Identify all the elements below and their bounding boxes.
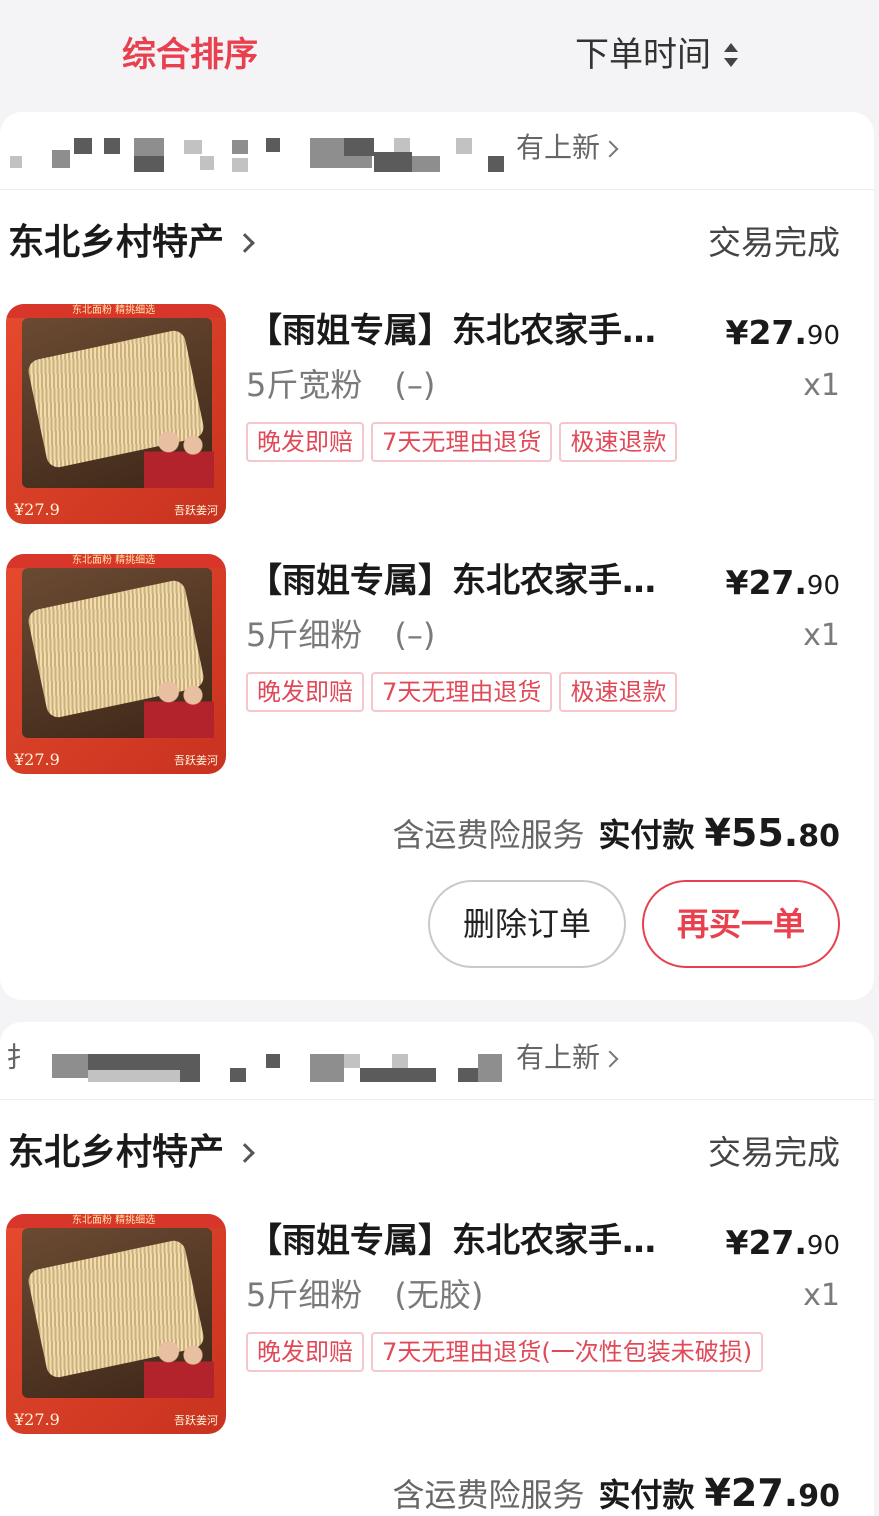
new-arrivals-link[interactable]: 有上新 <box>516 128 619 168</box>
product-title[interactable]: 【雨姐专属】东北农家手… <box>248 556 656 606</box>
paid-label: 实付款 <box>598 816 695 854</box>
thumb-price: ¥27.9 <box>14 750 60 769</box>
order-card: 扌 有上新 东北乡村特产 交易完成 东北面粉 精挑细选 ¥27.9 吾跃姜河 【… <box>0 1022 874 1516</box>
thumb-people <box>144 422 214 488</box>
product-price: ¥27.90 <box>725 310 840 359</box>
order-status: 交易完成 <box>708 1133 840 1172</box>
amount-main: ¥55. <box>704 811 799 855</box>
service-tags: 晚发即赔 7天无理由退货 极速退款 <box>246 672 679 714</box>
product-spec: 5斤细粉 (–) <box>246 616 436 654</box>
price-main: ¥27. <box>725 313 807 352</box>
product-thumbnail[interactable]: 东北面粉 精挑细选 ¥27.9 吾跃姜河 <box>6 554 226 774</box>
thumb-banner-text: 东北面粉 精挑细选 <box>72 1215 156 1226</box>
product-price: ¥27.90 <box>725 560 840 609</box>
thumb-brand: 吾跃姜河 <box>174 504 218 517</box>
shipping-insurance-label: 含运费险服务 <box>392 1476 585 1514</box>
amount-decimal: 80 <box>798 819 840 854</box>
sort-bar: 综合排序 下单时间 <box>0 0 879 110</box>
chevron-right-icon <box>601 1050 619 1068</box>
blurred-store-text <box>4 134 509 178</box>
paid-amount: ¥55.80 <box>704 811 840 855</box>
tag-late-delivery-compensation: 晚发即赔 <box>246 422 364 462</box>
amount-main: ¥27. <box>704 1471 799 1515</box>
service-tags: 晚发即赔 7天无理由退货 极速退款 <box>246 422 679 464</box>
product-price: ¥27.90 <box>725 1220 840 1269</box>
order-item[interactable]: 东北面粉 精挑细选 ¥27.9 吾跃姜河 【雨姐专属】东北农家手… ¥27.90… <box>0 304 874 528</box>
thumb-people <box>144 1332 214 1398</box>
tag-7-day-return: 7天无理由退货(一次性包装未破损) <box>371 1332 764 1372</box>
chevron-right-icon <box>601 140 619 158</box>
amount-decimal: 90 <box>798 1479 840 1514</box>
product-title[interactable]: 【雨姐专属】东北农家手… <box>248 1216 656 1266</box>
thumb-price: ¥27.9 <box>14 500 60 519</box>
sort-arrows-icon[interactable] <box>722 41 740 69</box>
product-spec: 5斤细粉 (无胶) <box>246 1276 484 1314</box>
shop-name: 东北乡村特产 <box>8 1132 225 1173</box>
tag-fast-refund: 极速退款 <box>559 672 678 712</box>
price-main: ¥27. <box>725 563 807 602</box>
price-main: ¥27. <box>725 1223 807 1262</box>
order-status: 交易完成 <box>708 223 840 262</box>
chevron-right-icon <box>235 1143 255 1163</box>
product-thumbnail[interactable]: 东北面粉 精挑细选 ¥27.9 吾跃姜河 <box>6 1214 226 1434</box>
blurred-store-text <box>4 1044 509 1088</box>
product-title[interactable]: 【雨姐专属】东北农家手… <box>248 306 656 356</box>
thumb-brand: 吾跃姜河 <box>174 1414 218 1427</box>
service-tags: 晚发即赔 7天无理由退货(一次性包装未破损) <box>246 1332 765 1374</box>
store-update-row[interactable]: 有上新 <box>0 112 874 190</box>
product-qty: x1 <box>803 618 840 653</box>
product-qty: x1 <box>803 368 840 403</box>
order-card: 有上新 东北乡村特产 交易完成 东北面粉 精挑细选 ¥27.9 吾跃姜河 【雨姐… <box>0 112 874 1000</box>
thumb-banner-text: 东北面粉 精挑细选 <box>72 305 156 316</box>
paid-label: 实付款 <box>598 1476 695 1514</box>
order-total: 含运费险服务 实付款 ¥27.90 <box>392 1468 840 1516</box>
product-qty: x1 <box>803 1278 840 1313</box>
tab-order-time[interactable]: 下单时间 <box>575 30 711 80</box>
thumb-people <box>144 672 214 738</box>
tag-late-delivery-compensation: 晚发即赔 <box>246 672 364 712</box>
chevron-right-icon <box>235 233 255 253</box>
order-total: 含运费险服务 实付款 ¥55.80 <box>392 808 840 862</box>
thumb-banner-text: 东北面粉 精挑细选 <box>72 555 156 566</box>
tab-comprehensive-sort[interactable]: 综合排序 <box>122 30 258 80</box>
order-item[interactable]: 东北面粉 精挑细选 ¥27.9 吾跃姜河 【雨姐专属】东北农家手… ¥27.90… <box>0 554 874 778</box>
price-decimal: 90 <box>806 571 840 601</box>
new-arrivals-label: 有上新 <box>516 1041 601 1074</box>
delete-order-button[interactable]: 删除订单 <box>428 880 626 968</box>
tag-fast-refund: 极速退款 <box>559 422 678 462</box>
shop-name-link[interactable]: 东北乡村特产 <box>8 1126 255 1180</box>
paid-amount: ¥27.90 <box>704 1471 840 1515</box>
price-decimal: 90 <box>806 321 840 351</box>
shop-name-link[interactable]: 东北乡村特产 <box>8 216 255 270</box>
new-arrivals-label: 有上新 <box>516 131 601 164</box>
shipping-insurance-label: 含运费险服务 <box>392 816 585 854</box>
tag-7-day-return: 7天无理由退货 <box>371 672 553 712</box>
thumb-brand: 吾跃姜河 <box>174 754 218 767</box>
buy-again-button[interactable]: 再买一单 <box>642 880 840 968</box>
thumb-price: ¥27.9 <box>14 1410 60 1429</box>
store-update-row[interactable]: 扌 有上新 <box>0 1022 874 1100</box>
tag-late-delivery-compensation: 晚发即赔 <box>246 1332 364 1372</box>
price-decimal: 90 <box>806 1231 840 1261</box>
product-thumbnail[interactable]: 东北面粉 精挑细选 ¥27.9 吾跃姜河 <box>6 304 226 524</box>
product-spec: 5斤宽粉 (–) <box>246 366 436 404</box>
tag-7-day-return: 7天无理由退货 <box>371 422 553 462</box>
shop-name: 东北乡村特产 <box>8 222 225 263</box>
order-item[interactable]: 东北面粉 精挑细选 ¥27.9 吾跃姜河 【雨姐专属】东北农家手… ¥27.90… <box>0 1214 874 1438</box>
new-arrivals-link[interactable]: 有上新 <box>516 1038 619 1078</box>
